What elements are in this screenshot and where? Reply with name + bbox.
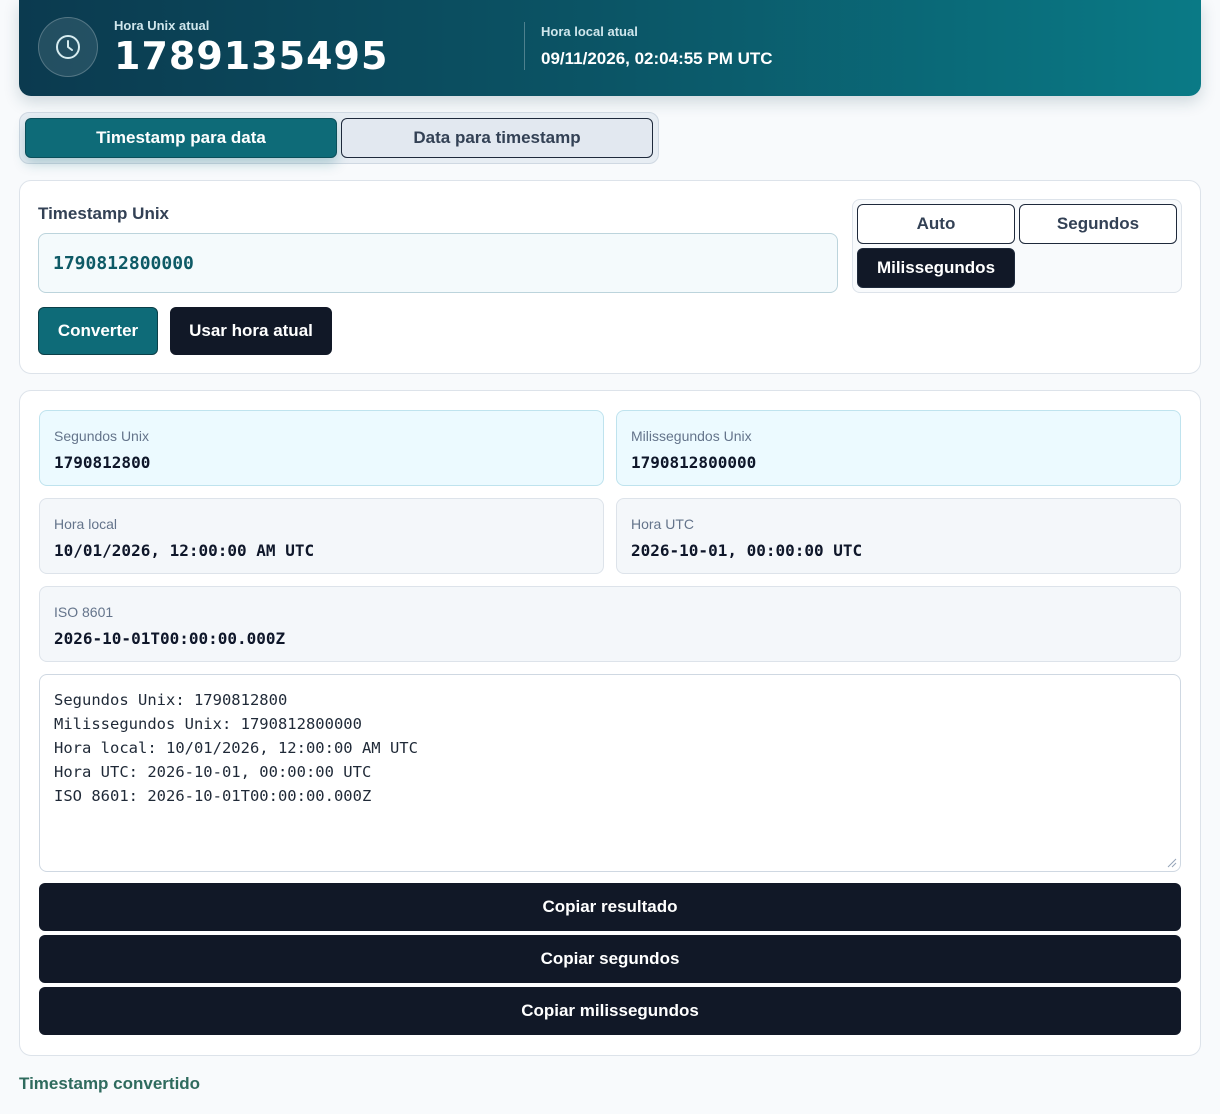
- tab-timestamp-to-date[interactable]: Timestamp para data: [25, 118, 337, 158]
- unix-time-value: 1789135495: [114, 34, 389, 78]
- copy-seconds-button[interactable]: Copiar segundos: [39, 935, 1181, 983]
- seconds-result-label: Segundos Unix: [54, 428, 149, 444]
- milliseconds-result-label: Milissegundos Unix: [631, 428, 752, 444]
- mode-tabs: Timestamp para data Data para timestamp: [19, 112, 659, 164]
- result-summary-textarea[interactable]: Segundos Unix: 1790812800 Milissegundos …: [39, 674, 1181, 872]
- local-time-result: Hora local 10/01/2026, 12:00:00 AM UTC: [39, 498, 604, 574]
- iso-result-label: ISO 8601: [54, 604, 114, 620]
- local-time-result-value: 10/01/2026, 12:00:00 AM UTC: [54, 541, 315, 560]
- converted-timestamp-link[interactable]: Timestamp convertido: [19, 1074, 200, 1094]
- summary-line-iso: ISO 8601: 2026-10-01T00:00:00.000Z: [54, 787, 372, 805]
- timestamp-input[interactable]: [38, 233, 838, 293]
- summary-line-local: Hora local: 10/01/2026, 12:00:00 AM UTC: [54, 739, 418, 757]
- copy-milliseconds-button[interactable]: Copiar milissegundos: [39, 987, 1181, 1035]
- iso-result: ISO 8601 2026-10-01T00:00:00.000Z: [39, 586, 1181, 662]
- resize-grip-icon[interactable]: [1167, 858, 1177, 868]
- tab-date-to-timestamp[interactable]: Data para timestamp: [341, 118, 653, 158]
- unit-selector: Auto Segundos Milissegundos: [852, 199, 1182, 293]
- clock-badge: [38, 17, 98, 77]
- seconds-result: Segundos Unix 1790812800: [39, 410, 604, 486]
- timestamp-input-label: Timestamp Unix: [38, 204, 170, 223]
- current-time-header: Hora Unix atual 1789135495 Hora local at…: [19, 0, 1201, 96]
- copy-result-button[interactable]: Copiar resultado: [39, 883, 1181, 931]
- summary-line-utc: Hora UTC: 2026-10-01, 00:00:00 UTC: [54, 763, 372, 781]
- utc-time-result-value: 2026-10-01, 00:00:00 UTC: [631, 541, 863, 560]
- results-card: Segundos Unix 1790812800 Milissegundos U…: [19, 390, 1201, 1056]
- local-time-label: Hora local atual: [541, 24, 638, 39]
- clock-icon: [56, 35, 80, 59]
- seconds-result-value: 1790812800: [54, 453, 151, 472]
- utc-time-result-label: Hora UTC: [631, 516, 695, 532]
- unit-auto-button[interactable]: Auto: [857, 204, 1015, 244]
- header-divider: [524, 22, 525, 70]
- local-time-result-label: Hora local: [54, 516, 118, 532]
- utc-time-result: Hora UTC 2026-10-01, 00:00:00 UTC: [616, 498, 1181, 574]
- milliseconds-result-value: 1790812800000: [631, 453, 757, 472]
- unit-seconds-button[interactable]: Segundos: [1019, 204, 1177, 244]
- use-current-time-button[interactable]: Usar hora atual: [170, 307, 332, 355]
- summary-line-milliseconds: Milissegundos Unix: 1790812800000: [54, 715, 362, 733]
- local-time-value: 09/11/2026, 02:04:55 PM UTC: [541, 49, 773, 68]
- input-card: Timestamp Unix Auto Segundos Milissegund…: [19, 180, 1201, 374]
- milliseconds-result: Milissegundos Unix 1790812800000: [616, 410, 1181, 486]
- unix-time-label: Hora Unix atual: [114, 18, 210, 33]
- convert-button[interactable]: Converter: [38, 307, 158, 355]
- unit-milliseconds-button[interactable]: Milissegundos: [857, 248, 1015, 288]
- summary-line-seconds: Segundos Unix: 1790812800: [54, 691, 288, 709]
- iso-result-value: 2026-10-01T00:00:00.000Z: [54, 629, 286, 648]
